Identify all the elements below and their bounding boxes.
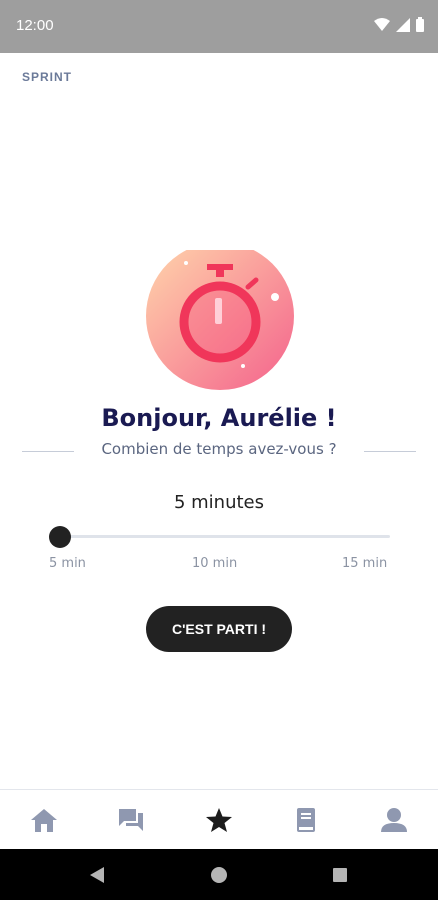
nav-home[interactable] bbox=[0, 790, 87, 850]
system-home-button[interactable] bbox=[189, 849, 249, 900]
recents-square-icon bbox=[333, 867, 347, 882]
duration-slider[interactable] bbox=[49, 526, 390, 548]
book-icon bbox=[296, 808, 315, 832]
nav-profile[interactable] bbox=[350, 790, 437, 850]
question-text: Combien de temps avez-vous ? bbox=[101, 440, 337, 458]
profile-icon bbox=[380, 808, 407, 832]
tick-label-max: 15 min bbox=[342, 556, 388, 571]
home-icon bbox=[30, 809, 57, 832]
back-triangle-icon bbox=[90, 866, 104, 883]
star-icon bbox=[205, 808, 232, 832]
slider-track[interactable] bbox=[60, 535, 390, 538]
battery-icon bbox=[416, 17, 424, 32]
wifi-icon bbox=[374, 17, 390, 31]
divider-right bbox=[364, 451, 416, 452]
question-row: Combien de temps avez-vous ? bbox=[0, 440, 438, 464]
slider-thumb[interactable] bbox=[49, 526, 71, 548]
app-label: SPRINT bbox=[22, 70, 73, 84]
system-back-button[interactable] bbox=[67, 849, 127, 900]
status-icons bbox=[374, 17, 424, 32]
system-nav-bar bbox=[0, 849, 438, 900]
home-circle-icon bbox=[211, 866, 227, 883]
stopwatch-illustration bbox=[146, 250, 294, 390]
greeting-title: Bonjour, Aurélie ! bbox=[101, 404, 337, 432]
status-bar: 12:00 bbox=[0, 0, 438, 53]
system-recents-button[interactable] bbox=[310, 849, 370, 900]
nav-chat[interactable] bbox=[87, 790, 174, 850]
bottom-nav bbox=[0, 789, 438, 850]
chat-icon bbox=[118, 809, 143, 831]
tick-label-mid: 10 min bbox=[192, 556, 238, 571]
status-time: 12:00 bbox=[16, 17, 54, 34]
tick-label-min: 5 min bbox=[49, 556, 86, 571]
signal-icon bbox=[396, 17, 410, 32]
selected-duration: 5 minutes bbox=[173, 492, 265, 513]
nav-star[interactable] bbox=[175, 790, 262, 850]
start-button[interactable]: C'EST PARTI ! bbox=[146, 606, 292, 652]
nav-book[interactable] bbox=[262, 790, 349, 850]
